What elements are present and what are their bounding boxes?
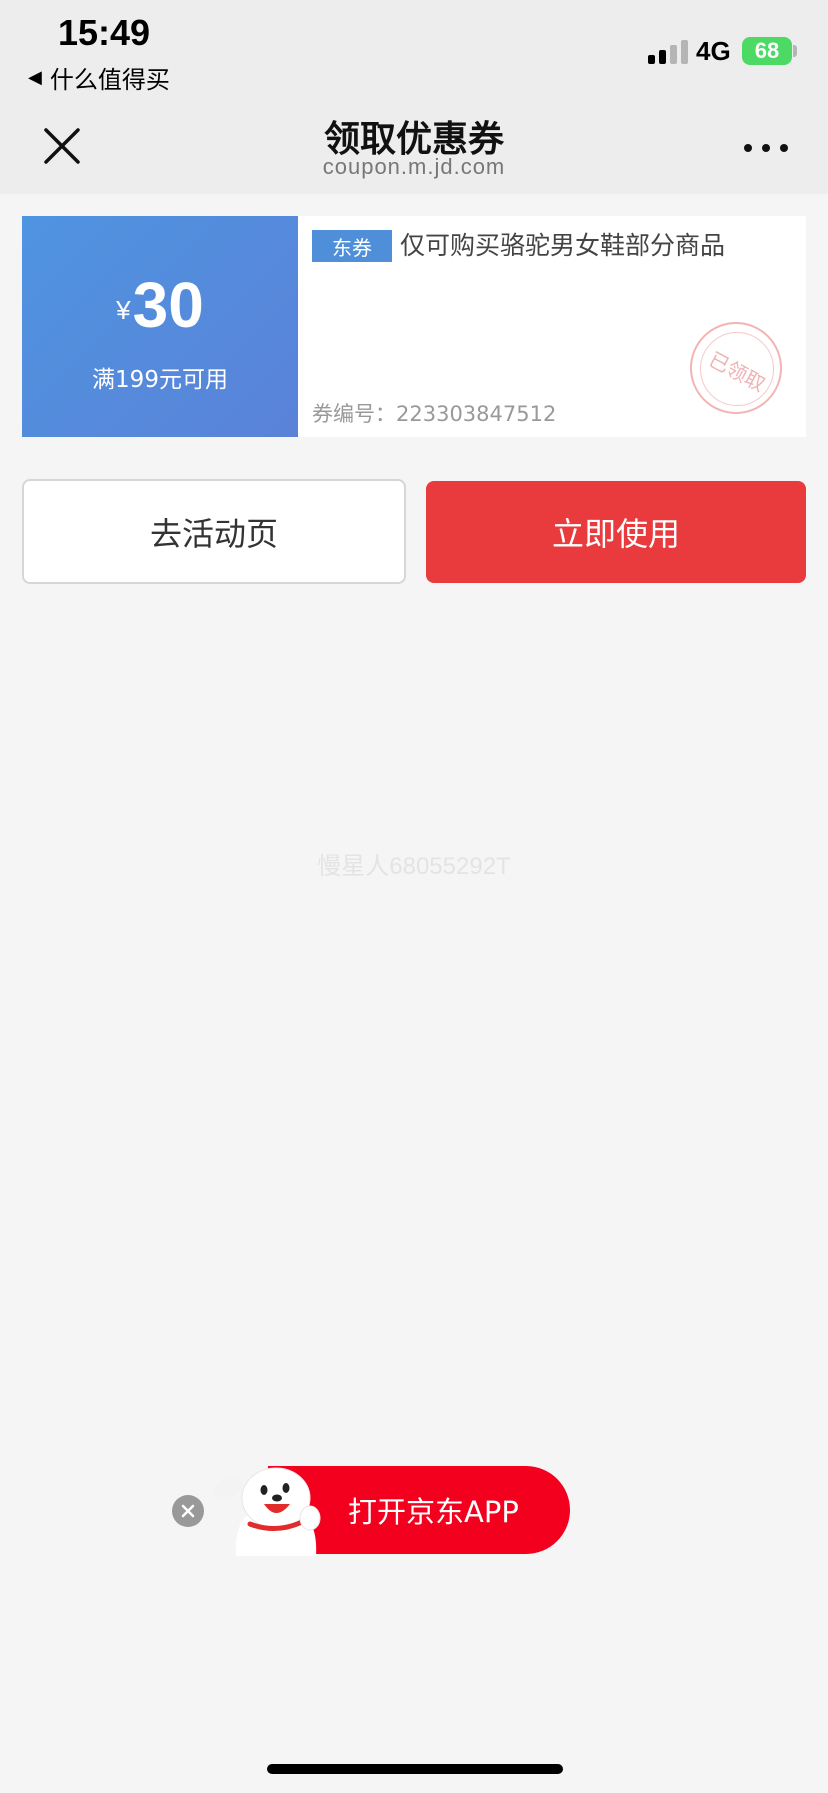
nav-bar: 领取优惠券 coupon.m.jd.com (0, 108, 828, 194)
claimed-stamp-text: 已领取 (705, 346, 770, 397)
more-dot-icon (744, 144, 752, 152)
page-url: coupon.m.jd.com (322, 154, 506, 179)
use-now-button[interactable]: 立即使用 (426, 481, 806, 583)
battery-icon: 68 (742, 37, 792, 65)
coupon-card: ¥30 满199元可用 东券 仅可购买骆驼男女鞋部分商品 券编号：2233038… (18, 216, 806, 437)
coupon-value-panel: ¥30 满199元可用 (18, 216, 298, 437)
cellular-signal-icon (648, 38, 688, 64)
coupon-type-badge: 东券 (312, 230, 392, 262)
go-to-activity-button[interactable]: 去活动页 (22, 479, 406, 584)
status-bar: 15:49 ◀ 什么值得买 4G 68 (0, 0, 828, 108)
banner-close-button[interactable] (172, 1495, 204, 1527)
more-dot-icon (780, 144, 788, 152)
back-to-app-link[interactable]: ◀ 什么值得买 (28, 60, 170, 95)
jd-dog-mascot-icon (213, 1467, 321, 1556)
network-type: 4G (696, 36, 731, 66)
close-icon (181, 1504, 195, 1518)
more-dot-icon (762, 144, 770, 152)
coupon-description: 仅可购买骆驼男女鞋部分商品 (400, 231, 726, 260)
battery-tip (793, 45, 797, 57)
back-app-label: 什么值得买 (49, 66, 170, 94)
status-time: 15:49 (58, 12, 151, 53)
coupon-condition: 满199元可用 (92, 367, 228, 393)
more-options-button[interactable] (744, 138, 788, 158)
battery-level: 68 (754, 38, 780, 63)
user-watermark: 慢星人68055292T (317, 853, 511, 880)
open-app-label: 打开京东APP (348, 1495, 519, 1529)
claimed-stamp-icon: 已领取 (690, 322, 782, 414)
coupon-number: 券编号：223303847512 (312, 398, 556, 428)
home-indicator[interactable] (267, 1764, 563, 1774)
coupon-number-label: 券编号： (312, 402, 396, 426)
coupon-amount: 30 (132, 269, 204, 341)
currency-symbol: ¥ (116, 295, 131, 325)
coupon-price: ¥30 (22, 268, 298, 342)
coupon-number-value: 223303847512 (396, 402, 557, 426)
back-triangle-icon: ◀ (28, 67, 42, 88)
